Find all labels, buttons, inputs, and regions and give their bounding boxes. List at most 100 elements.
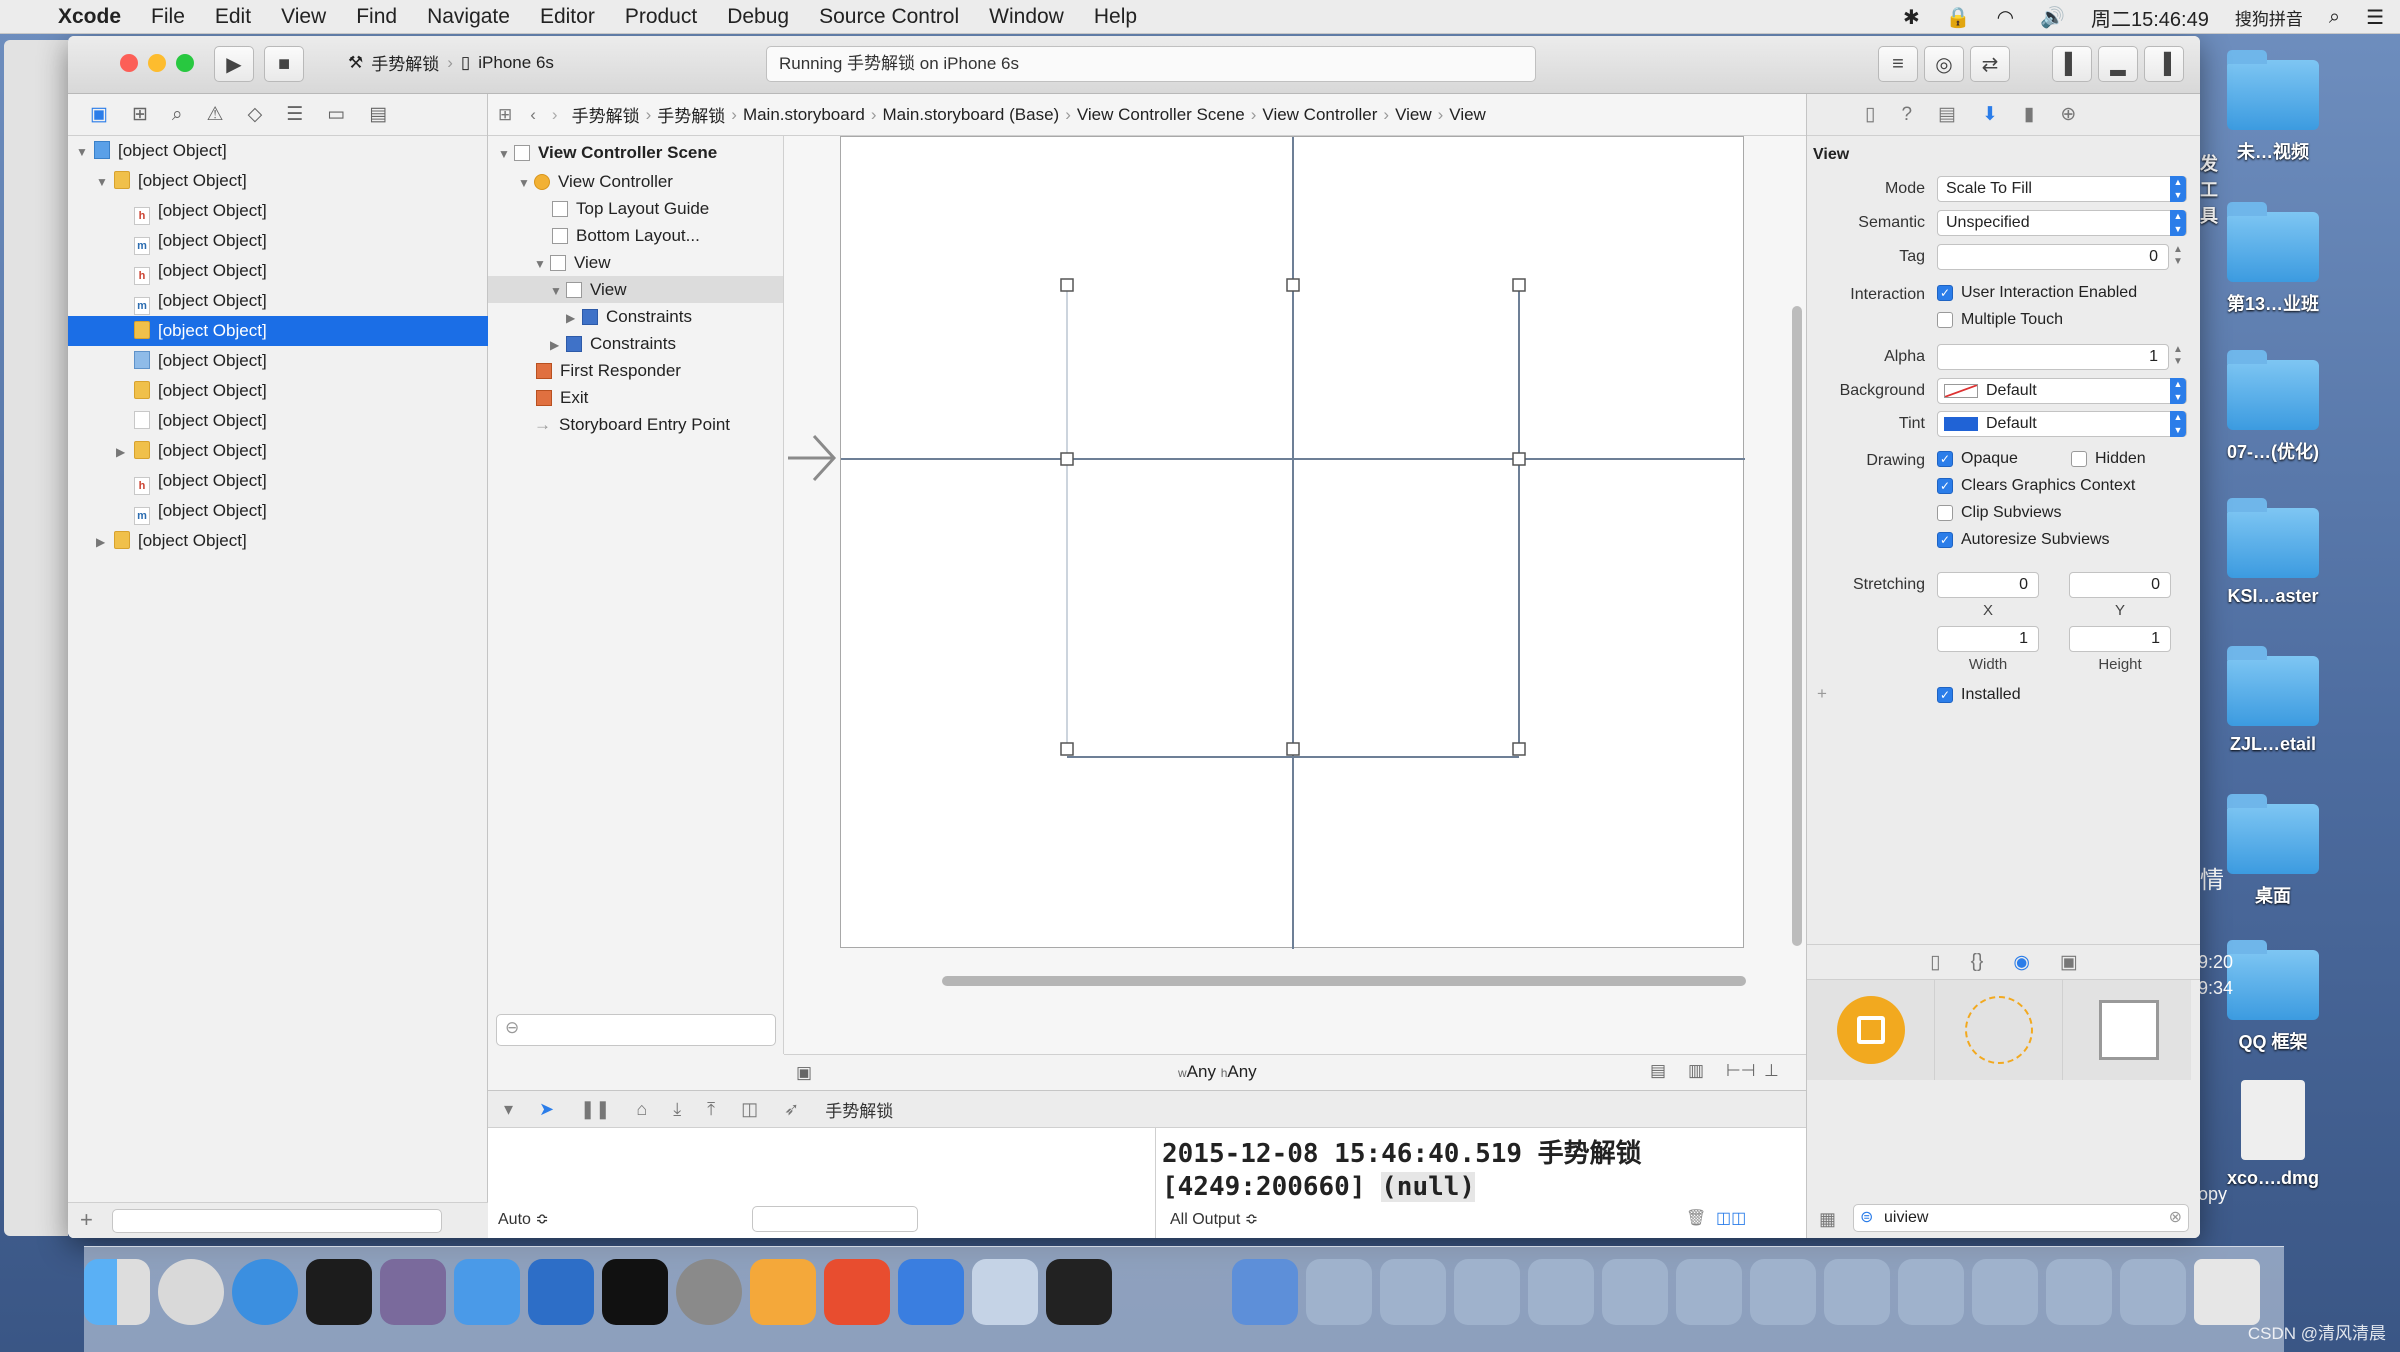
outline-filter-input[interactable]: ⊖ xyxy=(496,1014,776,1046)
notification-center-icon[interactable]: ☰ xyxy=(2366,5,2384,30)
minimized-window-icon[interactable] xyxy=(1380,1259,1446,1325)
forward-icon[interactable]: › xyxy=(552,105,558,125)
add-icon[interactable]: + xyxy=(80,1207,93,1233)
library-item-view-controller[interactable] xyxy=(1807,980,1935,1080)
desktop-folder[interactable]: 07-…(优化) xyxy=(2198,350,2348,464)
variables-filter-input[interactable] xyxy=(752,1206,918,1232)
safari-icon[interactable] xyxy=(232,1259,298,1325)
run-button[interactable]: ▶ xyxy=(214,46,254,82)
list-item[interactable]: h [object Object] xyxy=(68,196,488,226)
menu-file[interactable]: File xyxy=(151,5,185,29)
debug-nav-icon[interactable]: ☰ xyxy=(286,103,303,126)
find-nav-icon[interactable]: ⌕ xyxy=(172,104,183,126)
toggle-debug-area-icon[interactable]: ▂ xyxy=(2098,46,2138,82)
close-button[interactable] xyxy=(120,54,138,72)
disclosure-icon[interactable]: ▼ xyxy=(518,170,532,197)
breakpoint-nav-icon[interactable]: ▭ xyxy=(327,103,345,126)
attributes-inspector-icon[interactable]: ⬇ xyxy=(1982,103,1998,126)
step-out-icon[interactable]: ⤒ xyxy=(707,1099,715,1120)
grid-toggle-icon[interactable]: ▦ xyxy=(1819,1209,1836,1230)
minimized-window-icon[interactable] xyxy=(2046,1259,2112,1325)
version-editor-icon[interactable]: ⇄ xyxy=(1970,46,2010,82)
list-item[interactable]: [object Object] xyxy=(68,406,488,436)
stepper-icon[interactable]: ▲ ▼ xyxy=(2173,344,2183,368)
minimized-window-icon[interactable] xyxy=(1898,1259,1964,1325)
stretch-x-field[interactable]: 0 xyxy=(1937,572,2039,598)
bluetooth-icon[interactable]: ✱ xyxy=(1903,5,1920,30)
clears-graphics-checkbox[interactable]: ✓ Clears Graphics Context xyxy=(1937,477,2135,495)
input-method[interactable]: 搜狗拼音 xyxy=(2235,5,2303,30)
console-app-icon[interactable] xyxy=(1046,1259,1112,1325)
photo-app-icon[interactable] xyxy=(380,1259,446,1325)
library-item-storyboard-reference[interactable] xyxy=(1935,980,2063,1080)
issue-nav-icon[interactable]: ⚠ xyxy=(207,103,224,126)
hidden-checkbox[interactable]: Hidden xyxy=(2071,450,2146,468)
outline-item[interactable]: First Responder xyxy=(488,357,783,384)
trash-icon[interactable]: 🗑 xyxy=(1686,1208,1706,1228)
user-interaction-checkbox[interactable]: ✓ User Interaction Enabled xyxy=(1937,284,2137,302)
desktop-folder[interactable]: ZJL…etail xyxy=(2198,646,2348,755)
view-controller-scene[interactable] xyxy=(840,136,1745,949)
list-item[interactable]: h [object Object] xyxy=(68,256,488,286)
breadcrumb-group[interactable]: 手势解锁 xyxy=(657,102,725,127)
launchpad-icon[interactable] xyxy=(158,1259,224,1325)
instruments-icon[interactable] xyxy=(528,1259,594,1325)
disclosure-icon[interactable]: ▶ xyxy=(550,332,564,359)
stretch-width-field[interactable]: 1 xyxy=(1937,626,2039,652)
pin-icon[interactable]: ⊢⊣ xyxy=(1726,1061,1756,1081)
breadcrumb-base[interactable]: Main.storyboard (Base) xyxy=(883,105,1060,125)
disclosure-icon[interactable]: ▼ xyxy=(534,251,548,278)
minimized-window-icon[interactable] xyxy=(1602,1259,1668,1325)
related-items-icon[interactable]: ⊞ xyxy=(498,105,512,125)
menu-app-name[interactable]: Xcode xyxy=(58,5,121,29)
code-snippet-icon[interactable]: {} xyxy=(1971,951,1984,973)
navigator-filter-input[interactable] xyxy=(112,1209,442,1233)
minimized-window-icon[interactable] xyxy=(1306,1259,1372,1325)
connections-inspector-icon[interactable]: ⊕ xyxy=(2060,103,2076,126)
minimized-window-icon[interactable] xyxy=(2120,1259,2186,1325)
alpha-field[interactable]: 1 xyxy=(1937,344,2169,370)
outline-item[interactable]: Exit xyxy=(488,384,783,411)
align-icon[interactable]: ▥ xyxy=(1688,1061,1704,1081)
symbol-nav-icon[interactable]: ⊞ xyxy=(132,103,148,126)
report-nav-icon[interactable]: ▤ xyxy=(369,103,387,126)
list-item-selected[interactable]: [object Object] xyxy=(68,316,488,346)
menu-navigate[interactable]: Navigate xyxy=(427,5,510,29)
list-item[interactable]: m [object Object] xyxy=(68,226,488,256)
stepper-icon[interactable]: ▲ ▼ xyxy=(2173,244,2183,268)
menu-clock[interactable]: 周二15:46:49 xyxy=(2091,3,2209,32)
installed-checkbox[interactable]: ✓ Installed xyxy=(1937,686,2021,704)
background-window[interactable] xyxy=(4,40,68,1236)
minimized-window-icon[interactable] xyxy=(1972,1259,2038,1325)
desktop-folder[interactable]: KSI…aster xyxy=(2198,498,2348,607)
output-popup[interactable]: All Output ≎ xyxy=(1170,1209,1258,1229)
minimized-window-icon[interactable] xyxy=(1824,1259,1890,1325)
menu-view[interactable]: View xyxy=(281,5,326,29)
outline-item[interactable]: ▼ View Controller xyxy=(488,168,783,195)
autoresize-subviews-checkbox[interactable]: ✓ Autoresize Subviews xyxy=(1937,531,2110,549)
disclosure-icon[interactable]: ▶ xyxy=(566,305,580,332)
desktop-dmg[interactable]: xco….dmg xyxy=(2198,1080,2348,1189)
location-icon[interactable]: ➶ xyxy=(784,1099,799,1120)
mouse-app-icon[interactable] xyxy=(306,1259,372,1325)
outline-item[interactable]: Top Layout Guide xyxy=(488,195,783,222)
spotlight-icon[interactable]: ⌕ xyxy=(2329,6,2340,29)
list-item[interactable]: [object Object] xyxy=(68,346,488,376)
semantic-popup[interactable]: Unspecified ▲ ▼ xyxy=(1937,210,2187,236)
outline-toggle-icon[interactable]: ▣ xyxy=(796,1063,812,1083)
list-item[interactable]: m [object Object] xyxy=(68,286,488,316)
toggle-utilities-icon[interactable]: ▐ xyxy=(2144,46,2184,82)
outline-item[interactable]: ▶ Constraints xyxy=(488,330,783,357)
volume-icon[interactable]: 🔊 xyxy=(2040,5,2065,30)
minimize-button[interactable] xyxy=(148,54,166,72)
list-item[interactable]: h [object Object] xyxy=(68,466,488,496)
breadcrumb-project[interactable]: 手势解锁 xyxy=(572,102,640,127)
add-variation-icon[interactable]: + xyxy=(1817,684,1827,704)
size-inspector-icon[interactable]: ▮ xyxy=(2024,103,2034,126)
test-nav-icon[interactable]: ◇ xyxy=(248,103,263,126)
disclosure-icon[interactable]: ▼ xyxy=(96,167,110,197)
stretch-height-field[interactable]: 1 xyxy=(2069,626,2171,652)
vm-app-icon[interactable] xyxy=(898,1259,964,1325)
minimized-window-icon[interactable] xyxy=(1676,1259,1742,1325)
menu-window[interactable]: Window xyxy=(989,5,1064,29)
